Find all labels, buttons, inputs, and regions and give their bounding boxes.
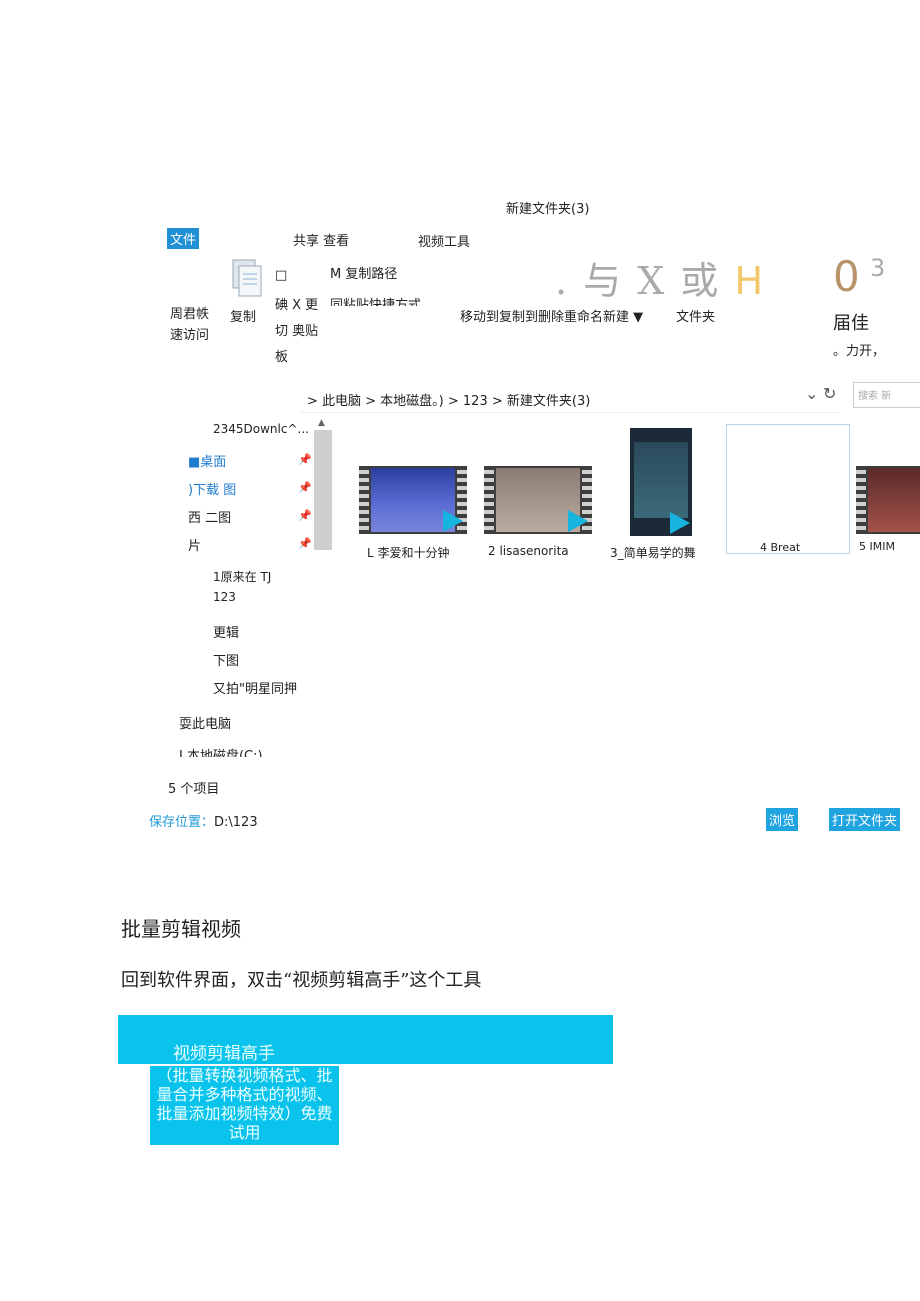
- small-checkbox[interactable]: □: [275, 268, 287, 283]
- file-name[interactable]: L 李爱和十分钟: [367, 544, 450, 561]
- nav-local-disk[interactable]: J 本地磁盘(C:): [179, 745, 263, 757]
- open-folder-button[interactable]: 打开文件夹: [829, 808, 901, 831]
- paste-shortcut-button[interactable]: 同粘贴快捷方式: [330, 294, 421, 306]
- nav-item-downloads-2345[interactable]: 2345Downlc^...: [213, 422, 309, 436]
- document-copy-icon[interactable]: [230, 258, 264, 298]
- play-icon: [568, 510, 588, 532]
- folder-button[interactable]: 文件夹: [676, 306, 715, 325]
- tool-entry-bar[interactable]: 视频剪辑高手: [118, 1015, 613, 1064]
- nav-item-desktop[interactable]: ■桌面: [188, 451, 226, 470]
- save-location-path: D:\123: [214, 815, 258, 830]
- save-location-label: 保存位置：: [149, 815, 215, 830]
- file-thumbnail[interactable]: [359, 466, 467, 534]
- nav-scrollbar[interactable]: [314, 430, 332, 550]
- play-icon: [443, 510, 463, 532]
- breadcrumb[interactable]: > 此电脑 > 本地磁盘。) > 123 > 新建文件夹(3): [307, 390, 590, 409]
- window-title: 新建文件夹(3): [506, 202, 590, 217]
- tool-name[interactable]: 视频剪辑高手: [173, 1039, 275, 1064]
- organize-group[interactable]: 移动到复制到删除重命名新建 ▼: [460, 306, 643, 325]
- address-bar[interactable]: > 此电脑 > 本地磁盘。) > 123 > 新建文件夹(3) ⌄ ↻: [300, 380, 840, 413]
- pin-icon[interactable]: 📌: [298, 509, 312, 522]
- ribbon-glyphs: . 与 X 或 H: [555, 250, 765, 305]
- refresh-icon[interactable]: ↻: [823, 384, 836, 403]
- film-strip: [484, 466, 494, 534]
- file-name[interactable]: 2 lisasenorita: [488, 544, 569, 558]
- file-thumbnail-selected[interactable]: [726, 424, 850, 554]
- file-thumbnail[interactable]: [856, 466, 920, 534]
- browse-button[interactable]: 浏览: [766, 808, 799, 831]
- right-label[interactable]: 届佳: [833, 309, 869, 335]
- instruction-paragraph: 回到软件界面，双击“视频剪辑高手”这个工具: [121, 970, 482, 991]
- nav-item-edit[interactable]: 更辑: [213, 622, 239, 641]
- save-location: 保存位置：D:\123: [149, 811, 258, 830]
- clip-line3: 板: [275, 350, 289, 365]
- tab-share-view[interactable]: 共享 查看: [293, 230, 349, 249]
- pin-icon[interactable]: 📌: [298, 537, 312, 550]
- status-item-count: 5 个项目: [168, 782, 220, 797]
- tab-file[interactable]: 文件: [167, 228, 200, 249]
- clip-line1[interactable]: 碘 X 更: [275, 294, 318, 313]
- tool-description[interactable]: （批量转换视频格式、批量合并多种格式的视频、批量添加视频特效）免费试用: [150, 1066, 339, 1145]
- nav-item-downloads-img[interactable]: 下图: [213, 650, 239, 669]
- video-frame: [868, 468, 920, 532]
- copy-path-button[interactable]: M 复制路径: [330, 263, 397, 282]
- pin-icon[interactable]: 📌: [298, 481, 312, 494]
- clip-line2[interactable]: 切 奥贴: [275, 320, 318, 339]
- tab-video-tools[interactable]: 视频工具: [418, 231, 470, 250]
- right-open[interactable]: 。力开，: [833, 340, 885, 359]
- this-pc-label: 耍此电脑: [179, 717, 232, 732]
- big-number: 0: [833, 252, 860, 301]
- file-name[interactable]: 5 IMIM: [859, 540, 895, 553]
- nav-item-star[interactable]: 又拍"明星同押: [213, 678, 297, 697]
- nav-item-folder[interactable]: 1原来在 TJ: [213, 568, 271, 585]
- play-icon: [670, 512, 690, 534]
- small-number: 3: [870, 254, 886, 282]
- glyph-text: . 与 X 或: [555, 259, 721, 303]
- video-frame: [634, 442, 688, 518]
- quick-access-line1[interactable]: 周君帙: [170, 303, 209, 322]
- nav-item-downloads[interactable]: )下载 图: [188, 479, 236, 498]
- scroll-up-icon[interactable]: ▲: [318, 418, 325, 428]
- glyph-h: H: [734, 259, 766, 303]
- nav-item-pictures-2[interactable]: 片: [188, 535, 201, 554]
- file-thumbnail[interactable]: [630, 428, 692, 536]
- file-name[interactable]: 3_简单易学的舞: [610, 544, 696, 561]
- film-strip: [359, 466, 369, 534]
- file-name[interactable]: 4 Breat: [760, 541, 800, 554]
- copy-button[interactable]: 复制: [230, 306, 256, 325]
- pin-icon[interactable]: 📌: [298, 453, 312, 466]
- quick-access-line2[interactable]: 速访问: [170, 324, 209, 343]
- nav-item-pictures[interactable]: 西 二图: [188, 507, 231, 526]
- chevron-down-icon[interactable]: ⌄: [805, 384, 818, 403]
- search-input[interactable]: 搜索 新: [853, 382, 920, 408]
- nav-this-pc[interactable]: 耍此电脑: [179, 713, 231, 732]
- file-thumbnail[interactable]: [484, 466, 592, 534]
- film-strip: [856, 466, 866, 534]
- nav-item-123[interactable]: 123: [213, 590, 236, 604]
- section-heading: 批量剪辑视频: [121, 917, 241, 941]
